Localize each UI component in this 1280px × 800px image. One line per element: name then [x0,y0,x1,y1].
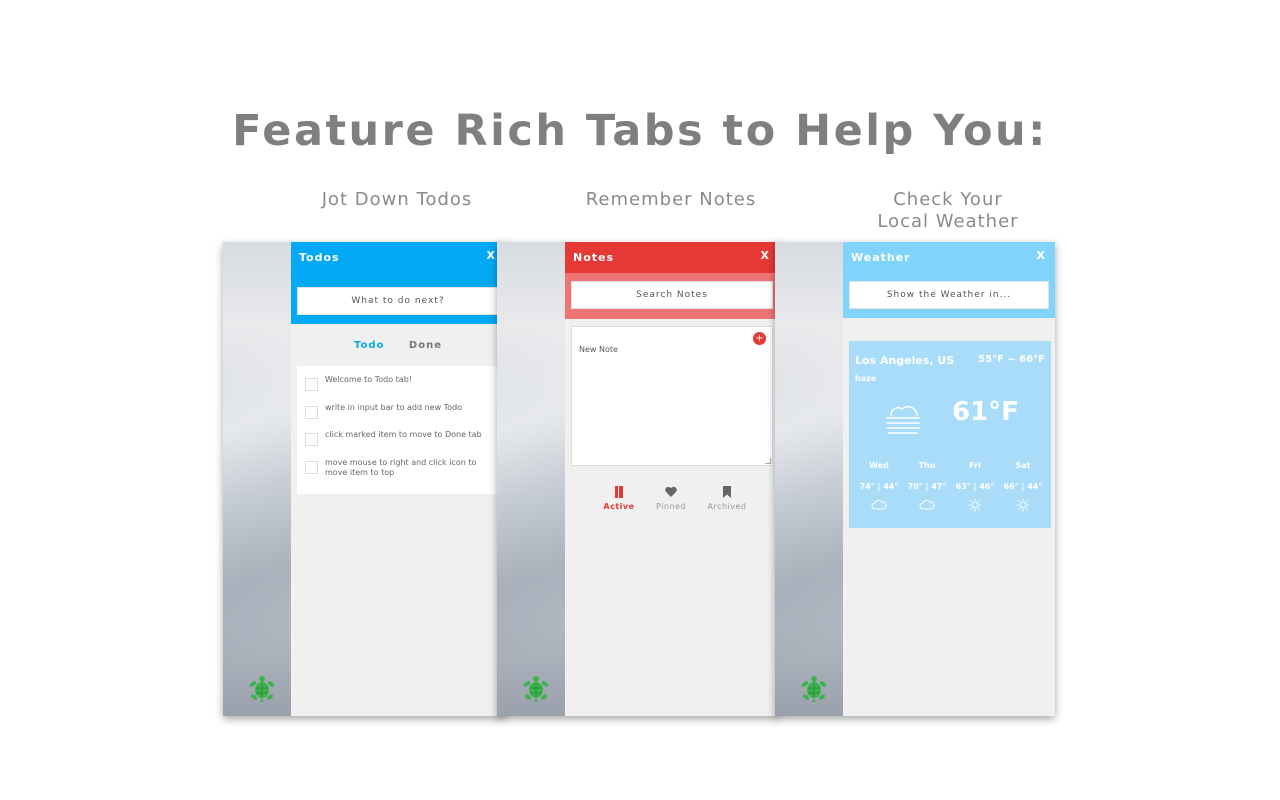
caption-notes: Remember Notes [585,189,757,210]
forecast-day: Sat 66° | 44° [1001,461,1045,512]
forecast-day: Fri 63° | 46° [953,461,997,512]
notes-search-strip: Search Notes [565,273,779,319]
todo-item-text: click marked item to move to Done tab [325,430,482,439]
weather-panel: Weather X Show the Weather in... Los Ang… [775,242,1055,716]
cloud-icon [871,499,887,510]
weather-close-button[interactable]: X [1037,249,1045,262]
todo-checkbox[interactable] [305,378,318,391]
notes-close-button[interactable]: X [761,249,769,262]
nav-active[interactable]: Active [589,485,649,511]
note-text: New Note [579,345,618,354]
turtle-icon[interactable] [247,674,277,704]
tab-todo[interactable]: Todo [354,340,384,351]
todo-checkbox[interactable] [305,405,318,419]
forecast-day: Thu 70° | 47° [905,461,949,512]
forecast-day-name: Wed [869,461,889,470]
forecast-day-name: Fri [969,461,981,470]
nav-pinned[interactable]: Pinned [641,485,701,511]
sun-icon [1016,498,1030,512]
notes-app: Notes X Search Notes New Note + Active P… [565,242,779,716]
todos-input-strip: What to do next? [291,273,505,324]
page-headline: Feature Rich Tabs to Help You: [232,106,1048,156]
haze-icon [886,405,920,434]
todos-title: Todos [299,251,340,264]
forecast-day-name: Thu [918,461,936,470]
forecast-day-temps: 63° | 46° [955,482,995,491]
forecast-day-name: Sat [1015,461,1031,470]
background-image [223,242,293,716]
todo-input[interactable]: What to do next? [297,287,499,315]
todo-list: Welcome to Todo tab! write in input bar … [297,366,499,494]
todo-item-text: write in input bar to add new Todo [325,402,463,412]
todo-checkbox[interactable] [305,460,318,474]
nav-archived-label: Archived [707,502,747,511]
todos-close-button[interactable]: X [487,249,495,262]
sun-icon [968,498,982,512]
todo-item[interactable]: write in input bar to add new Todo [297,396,499,424]
weather-card: Los Angeles, US 55°F ~ 66°F haze 61°F We… [849,341,1051,528]
nav-active-label: Active [603,502,635,511]
book-icon [615,486,623,498]
background-image [497,242,567,716]
weather-city: Los Angeles, US [855,354,955,367]
forecast-day-temps: 74° | 44° [859,482,899,491]
forecast-day-temps: 70° | 47° [907,482,947,491]
caption-todos: Jot Down Todos [321,189,473,210]
forecast-day-temps: 66° | 44° [1003,482,1043,491]
todo-item-text: move mouse to right and click icon to mo… [325,457,477,477]
todo-item[interactable]: move mouse to right and click icon to mo… [297,451,499,479]
bookmark-icon [723,486,731,498]
todo-item-text: Welcome to Todo tab! [325,375,412,384]
notes-title: Notes [573,251,615,264]
weather-location-input[interactable]: Show the Weather in... [849,281,1049,309]
weather-app: Weather X Show the Weather in... Los Ang… [843,242,1055,716]
note-editor[interactable]: New Note + [571,326,773,466]
notes-header: Notes X [565,242,779,273]
notes-panel: Notes X Search Notes New Note + Active P… [497,242,779,716]
todo-checkbox[interactable] [305,433,318,446]
todo-item[interactable]: Welcome to Todo tab! [297,368,499,396]
caption-weather-line1: Check Your [893,189,1003,210]
weather-header: Weather X [843,242,1055,273]
nav-archived[interactable]: Archived [697,485,757,511]
background-image [775,242,845,716]
forecast-day: Wed 74° | 44° [857,461,901,512]
todos-header: Todos X [291,242,505,273]
notes-search-input[interactable]: Search Notes [571,281,773,309]
todos-app: Todos X What to do next? Todo Done Welco… [291,242,505,716]
heart-icon [665,486,677,497]
turtle-icon[interactable] [799,674,829,704]
nav-pinned-label: Pinned [655,502,686,511]
turtle-icon[interactable] [521,674,551,704]
notes-nav: Active Pinned Archived [565,485,779,515]
weather-description: haze [855,374,877,383]
add-note-button[interactable]: + [753,332,766,345]
weather-title: Weather [851,251,911,264]
todos-panel: Todos X What to do next? Todo Done Welco… [223,242,505,716]
weather-range: 55°F ~ 66°F [978,354,1045,365]
todo-tabs: Todo Done [291,324,505,364]
tab-done[interactable]: Done [409,340,442,351]
caption-weather-line2: Local Weather [877,211,1019,232]
resize-handle[interactable] [765,458,771,464]
todo-item[interactable]: click marked item to move to Done tab [297,423,499,451]
weather-current-temp: 61°F [952,397,1019,427]
weather-input-strip: Show the Weather in... [843,273,1055,318]
cloud-icon [919,499,935,510]
caption-weather: Check Your Local Weather [848,189,1048,233]
